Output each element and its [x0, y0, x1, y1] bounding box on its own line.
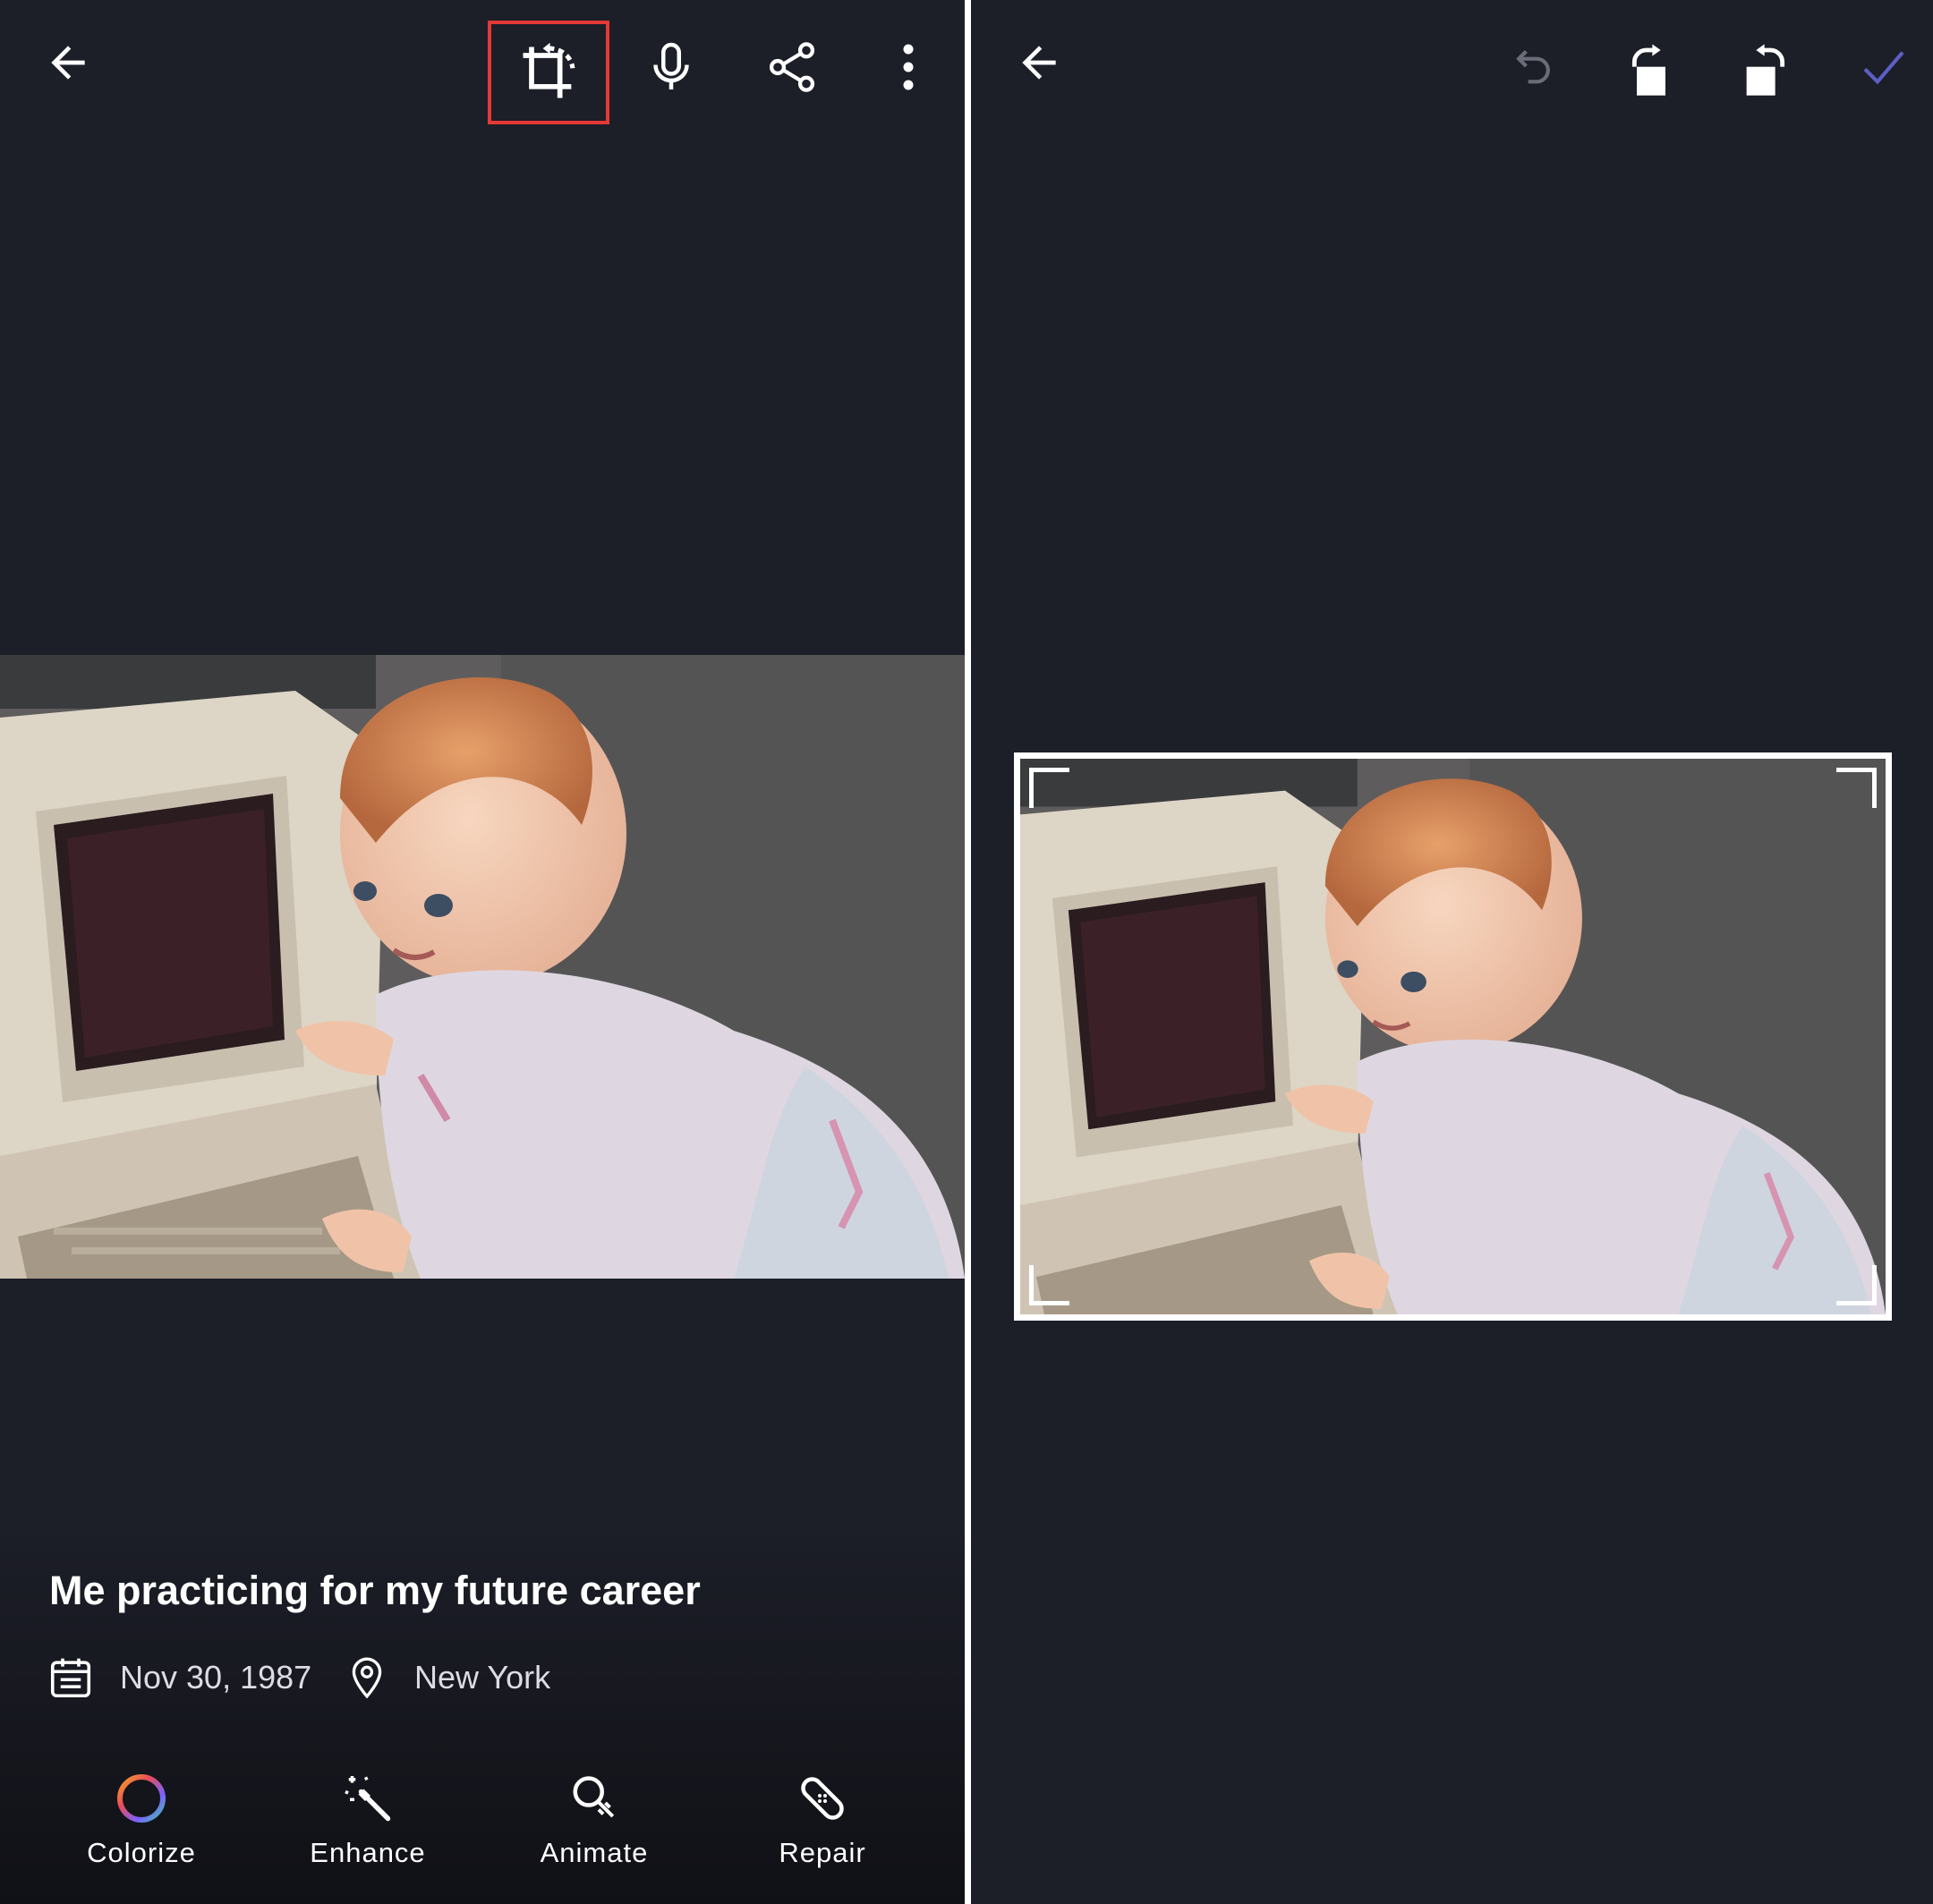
- microphone-icon: [653, 42, 689, 89]
- baby-at-computer-photo: [0, 655, 965, 1279]
- checkmark-icon: [1863, 51, 1904, 85]
- photo-location[interactable]: New York: [345, 1651, 550, 1704]
- animate-label: Animate: [540, 1837, 649, 1868]
- rotate-left-icon: [1746, 44, 1785, 96]
- undo-button[interactable]: [1494, 31, 1566, 103]
- colorize-ring-icon: [117, 1774, 166, 1823]
- repair-label: Repair: [779, 1837, 866, 1868]
- calendar-icon: [50, 1658, 91, 1698]
- crop-handle-top-right[interactable]: [1836, 768, 1877, 808]
- colorize-action[interactable]: Colorize: [52, 1767, 231, 1883]
- more-options-button[interactable]: [873, 27, 944, 107]
- crop-rotate-icon: [523, 42, 575, 98]
- rotate-left-button[interactable]: [1725, 31, 1806, 112]
- baby-at-computer-photo-cropped: [1020, 759, 1886, 1314]
- pane-divider: [965, 0, 971, 1904]
- back-button[interactable]: [1003, 27, 1075, 98]
- colorize-label: Colorize: [87, 1837, 196, 1868]
- photo-image[interactable]: [0, 655, 965, 1279]
- arrow-back-icon: [51, 46, 85, 80]
- rotate-right-icon: [1631, 44, 1665, 96]
- crop-handle-bottom-right[interactable]: [1836, 1265, 1877, 1305]
- arrow-back-icon: [1022, 46, 1056, 80]
- enhance-label: Enhance: [310, 1837, 426, 1868]
- photo-location-text: New York: [414, 1659, 551, 1696]
- undo-icon: [1516, 50, 1550, 84]
- enhance-action[interactable]: Enhance: [278, 1767, 457, 1883]
- crop-editor-pane: [971, 0, 1933, 1904]
- confirm-button[interactable]: [1844, 31, 1924, 103]
- crop-preview-image: [1020, 759, 1886, 1314]
- crop-rotate-button[interactable]: [488, 21, 609, 124]
- share-button[interactable]: [752, 27, 832, 107]
- crop-handle-bottom-left[interactable]: [1029, 1265, 1069, 1305]
- repair-action[interactable]: Repair: [733, 1767, 912, 1883]
- back-button[interactable]: [32, 27, 104, 98]
- photo-date-text: Nov 30, 1987: [120, 1659, 312, 1696]
- photo-date[interactable]: Nov 30, 1987: [47, 1651, 311, 1704]
- crop-frame[interactable]: [1014, 752, 1892, 1321]
- photo-detail-pane: Me practicing for my future career Nov 3…: [0, 0, 965, 1904]
- magic-wand-icon: [345, 1776, 391, 1822]
- rotate-right-button[interactable]: [1611, 31, 1691, 112]
- animate-action[interactable]: Animate: [505, 1767, 684, 1883]
- voice-note-button[interactable]: [635, 27, 707, 107]
- crop-handle-top-left[interactable]: [1029, 768, 1069, 808]
- animate-icon: [573, 1776, 615, 1818]
- more-vertical-icon: [903, 44, 914, 90]
- photo-title[interactable]: Me practicing for my future career: [49, 1568, 701, 1614]
- bandage-icon: [801, 1777, 844, 1820]
- share-icon: [769, 42, 815, 92]
- location-pin-icon: [352, 1657, 382, 1699]
